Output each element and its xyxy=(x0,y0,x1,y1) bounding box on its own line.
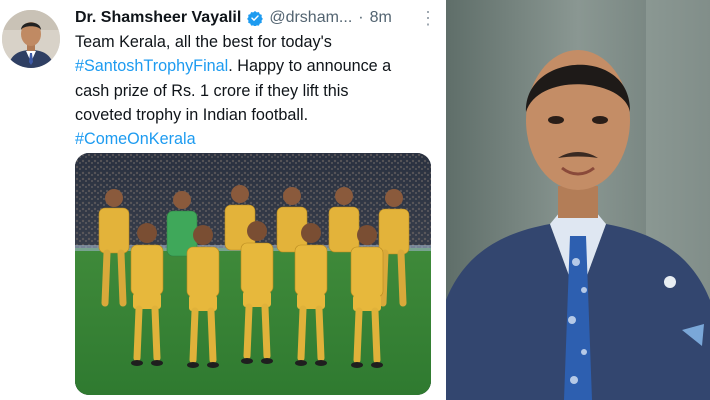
tweet-line: Team Kerala, all the best for today's xyxy=(75,33,332,51)
hashtag-link[interactable]: #ComeOnKerala xyxy=(75,130,196,148)
tweet-header: Dr. Shamsheer Vayalil @drsham... · 8m ⋮ xyxy=(75,6,437,30)
tweet-line: #ComeOnKerala xyxy=(75,127,437,151)
verified-badge-icon xyxy=(247,10,264,27)
author-avatar[interactable] xyxy=(2,10,60,68)
tweet-line: cash prize of Rs. 1 crore if they lift t… xyxy=(75,81,349,100)
team-photo[interactable] xyxy=(75,153,431,395)
author-handle[interactable]: @drsham... xyxy=(269,9,352,27)
tweet-line: #SantoshTrophyFinal. Happy to announce a xyxy=(75,57,392,76)
tweet-timestamp[interactable]: 8m xyxy=(370,9,392,27)
hashtag-link[interactable]: #SantoshTrophyFinal xyxy=(75,57,228,75)
more-vertical-icon[interactable]: ⋮ xyxy=(419,9,437,27)
tweet-panel: Dr. Shamsheer Vayalil @drsham... · 8m ⋮ … xyxy=(0,0,444,400)
tweet-text: Team Kerala, all the best for today's #S… xyxy=(75,30,437,151)
tweet-line: coveted trophy in Indian football. xyxy=(75,105,309,124)
separator-dot: · xyxy=(358,9,364,26)
author-name[interactable]: Dr. Shamsheer Vayalil xyxy=(75,9,241,27)
portrait-photo xyxy=(446,0,710,400)
